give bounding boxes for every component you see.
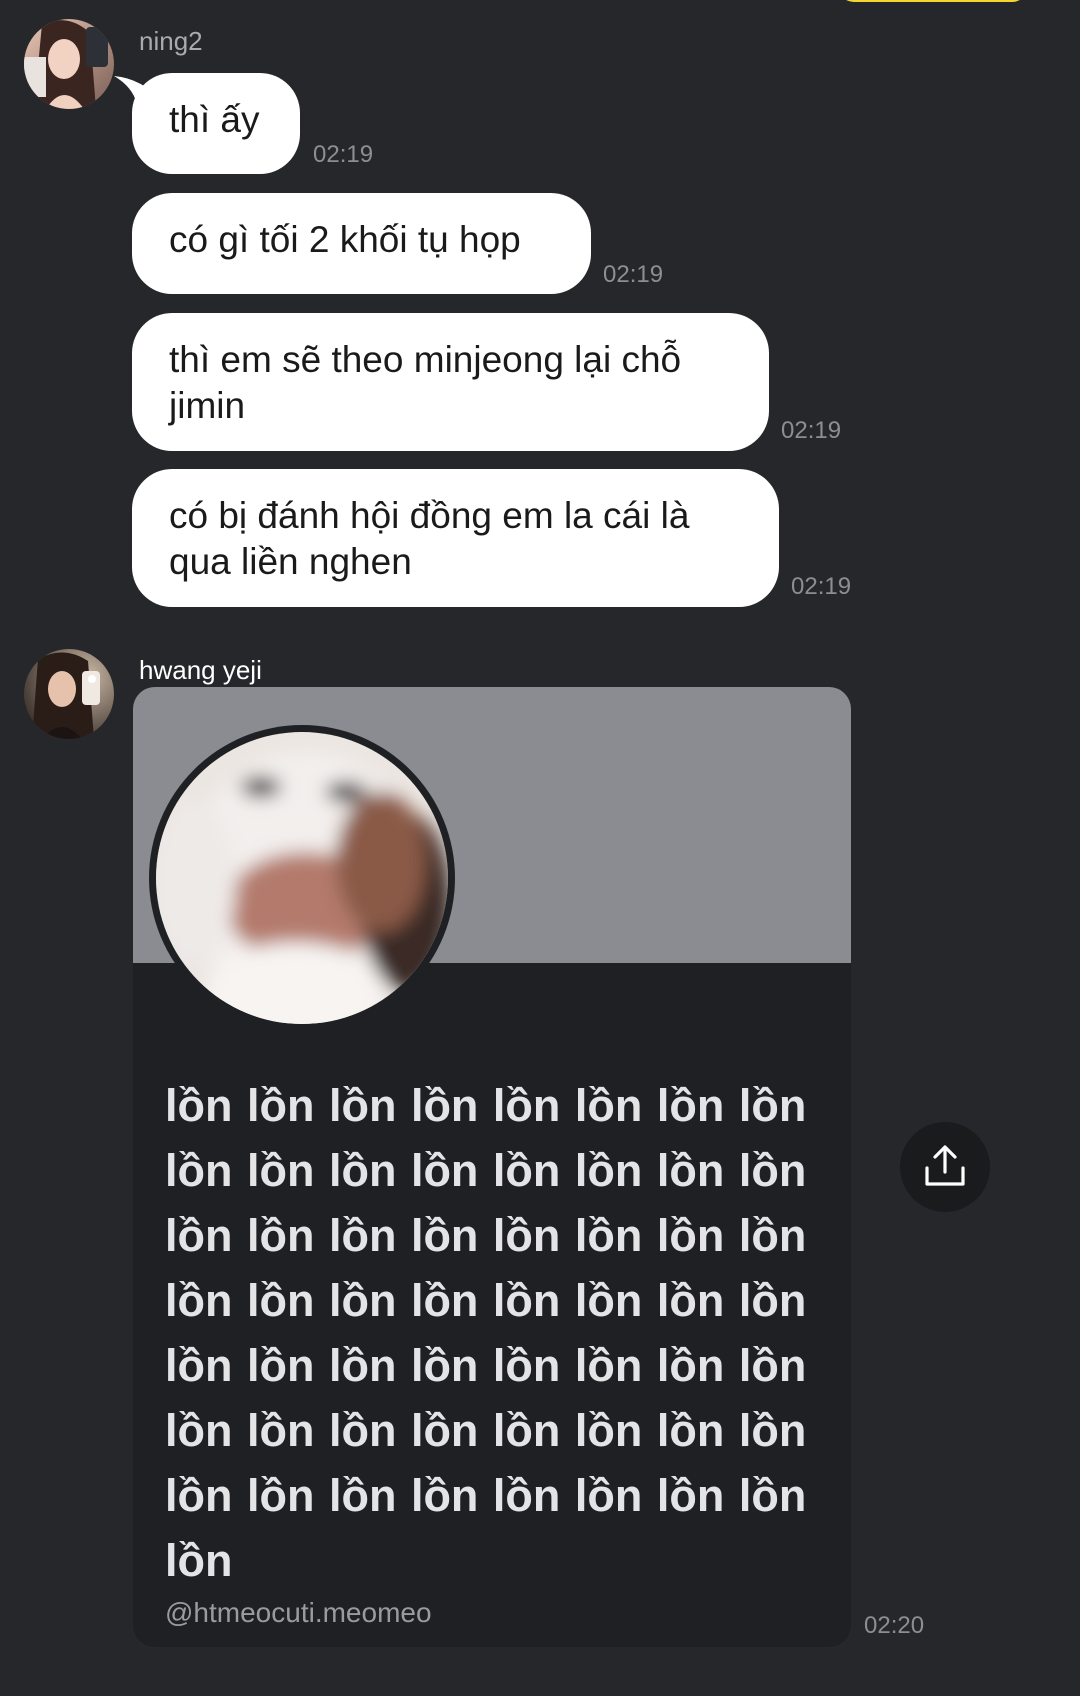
avatar-ning2[interactable] [24,19,114,109]
message-bubble[interactable]: có bị đánh hội đồng em la cái là qua liề… [132,469,779,607]
message-time: 02:20 [864,1612,925,1639]
message-text: có gì tối 2 khối tụ họp [169,219,521,260]
message-text: thì ấy [169,99,260,140]
message-bubble[interactable]: thì ấy [132,73,300,174]
sender-name: hwang yeji [139,655,262,685]
post-handle[interactable]: @htmeocuti.meomeo [165,1597,432,1629]
message-text: có bị đánh hội đồng em la cái là qua liề… [169,495,690,582]
message-time: 02:19 [791,573,852,600]
message-bubble[interactable]: có gì tối 2 khối tụ họp [132,193,591,294]
sender-name: ning2 [139,26,203,56]
avatar-hwang-yeji[interactable] [24,649,114,739]
share-upload-icon [925,1145,965,1186]
message-text: thì em sẽ theo minjeong lại chỗ jimin [169,339,682,426]
post-profile-picture [149,725,455,1031]
share-button[interactable] [900,1122,990,1212]
message-bubble[interactable]: thì em sẽ theo minjeong lại chỗ jimin [132,313,769,451]
message-time: 02:19 [313,141,374,168]
shared-post-card[interactable]: lồn lồn lồn lồn lồn lồn lồn lồn lồn lồn … [133,687,851,1647]
post-text: lồn lồn lồn lồn lồn lồn lồn lồn lồn lồn … [165,1080,807,1586]
message-time: 02:19 [781,417,842,444]
message-time: 02:19 [603,261,664,288]
status-pill [838,0,1028,2]
